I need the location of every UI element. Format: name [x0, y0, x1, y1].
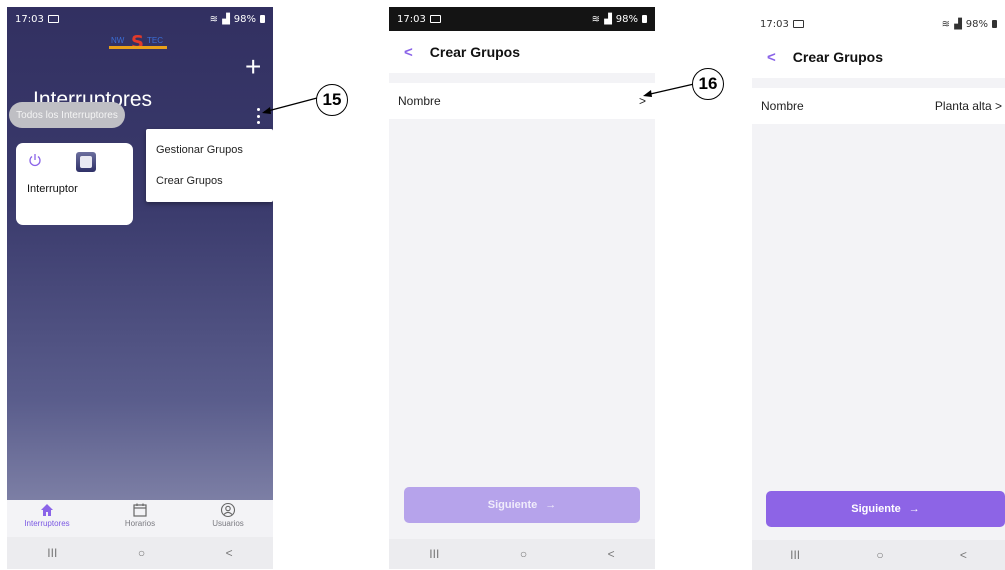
callout-15: 15 — [316, 84, 348, 116]
callout-16: 16 — [692, 68, 724, 100]
callout-arrows — [262, 83, 695, 114]
